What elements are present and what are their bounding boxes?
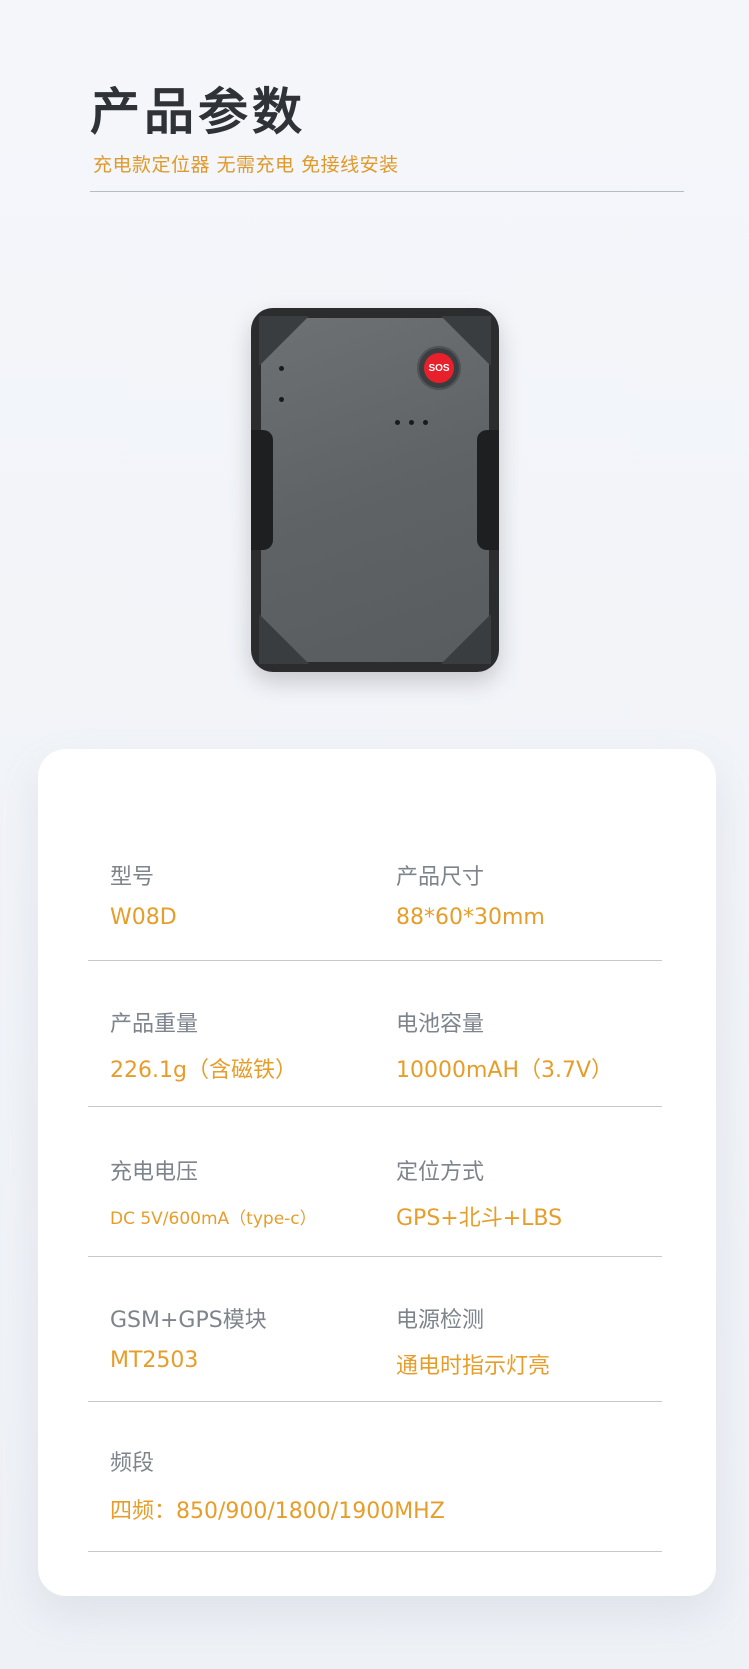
spec-label: 产品尺寸 (396, 865, 485, 890)
indicator-led (279, 366, 284, 371)
indicator-led (279, 397, 284, 402)
spec-label: GSM+GPS模块 (110, 1308, 267, 1333)
row-divider (88, 960, 662, 961)
spec-value: 四频：850/900/1800/1900MHZ (110, 1499, 445, 1524)
spec-row: 充电电压 DC 5V/600mA（type-c） 定位方式 GPS+北斗+LBS (88, 1154, 662, 1257)
microphone-hole (395, 420, 400, 425)
product-image: SOS (251, 308, 499, 672)
spec-row: 频段 四频：850/900/1800/1900MHZ (88, 1445, 662, 1552)
spec-power-detection: 电源检测 通电时指示灯亮 (396, 1302, 550, 1380)
spec-label: 电池容量 (396, 1012, 485, 1037)
spec-label: 频段 (110, 1451, 155, 1476)
microphone-hole (423, 420, 428, 425)
sos-button-ring: SOS (417, 346, 461, 390)
spec-value: 226.1g（含磁铁） (110, 1058, 297, 1083)
spec-frequency-band: 频段 四频：850/900/1800/1900MHZ (110, 1445, 445, 1525)
spec-label: 定位方式 (396, 1160, 485, 1185)
spec-label: 产品重量 (110, 1012, 199, 1037)
spec-value: GPS+北斗+LBS (396, 1206, 563, 1231)
row-divider (88, 1401, 662, 1402)
spec-size: 产品尺寸 88*60*30mm (396, 859, 545, 930)
spec-value: DC 5V/600mA（type-c） (110, 1209, 317, 1229)
page-subtitle: 充电款定位器 无需充电 免接线安装 (93, 154, 399, 176)
spec-module: GSM+GPS模块 MT2503 (110, 1302, 267, 1373)
microphone-hole (409, 420, 414, 425)
spec-value: 10000mAH（3.7V） (396, 1058, 614, 1083)
spec-label: 电源检测 (396, 1308, 485, 1333)
spec-charge-voltage: 充电电压 DC 5V/600mA（type-c） (110, 1154, 317, 1229)
spec-model: 型号 W08D (110, 859, 177, 930)
specs-card: 型号 W08D 产品尺寸 88*60*30mm 产品重量 226.1g（含磁铁）… (38, 749, 716, 1596)
spec-weight: 产品重量 226.1g（含磁铁） (110, 1006, 297, 1084)
spec-label: 充电电压 (110, 1160, 199, 1185)
spec-positioning: 定位方式 GPS+北斗+LBS (396, 1154, 562, 1232)
spec-row: 型号 W08D 产品尺寸 88*60*30mm (88, 859, 662, 961)
title-divider (90, 191, 684, 192)
row-divider (88, 1256, 662, 1257)
spec-battery: 电池容量 10000mAH（3.7V） (396, 1006, 613, 1084)
spec-label: 型号 (110, 865, 155, 890)
sos-button: SOS (424, 353, 454, 383)
spec-value: MT2503 (110, 1348, 199, 1373)
device-side-grip-left (251, 430, 273, 550)
spec-row: 产品重量 226.1g（含磁铁） 电池容量 10000mAH（3.7V） (88, 1006, 662, 1107)
spec-row: GSM+GPS模块 MT2503 电源检测 通电时指示灯亮 (88, 1302, 662, 1402)
spec-value: W08D (110, 905, 177, 930)
row-divider (88, 1551, 662, 1552)
spec-value: 88*60*30mm (396, 905, 545, 930)
spec-value: 通电时指示灯亮 (396, 1354, 551, 1379)
page-title: 产品参数 (90, 83, 306, 141)
row-divider (88, 1106, 662, 1107)
device-side-grip-right (477, 430, 499, 550)
